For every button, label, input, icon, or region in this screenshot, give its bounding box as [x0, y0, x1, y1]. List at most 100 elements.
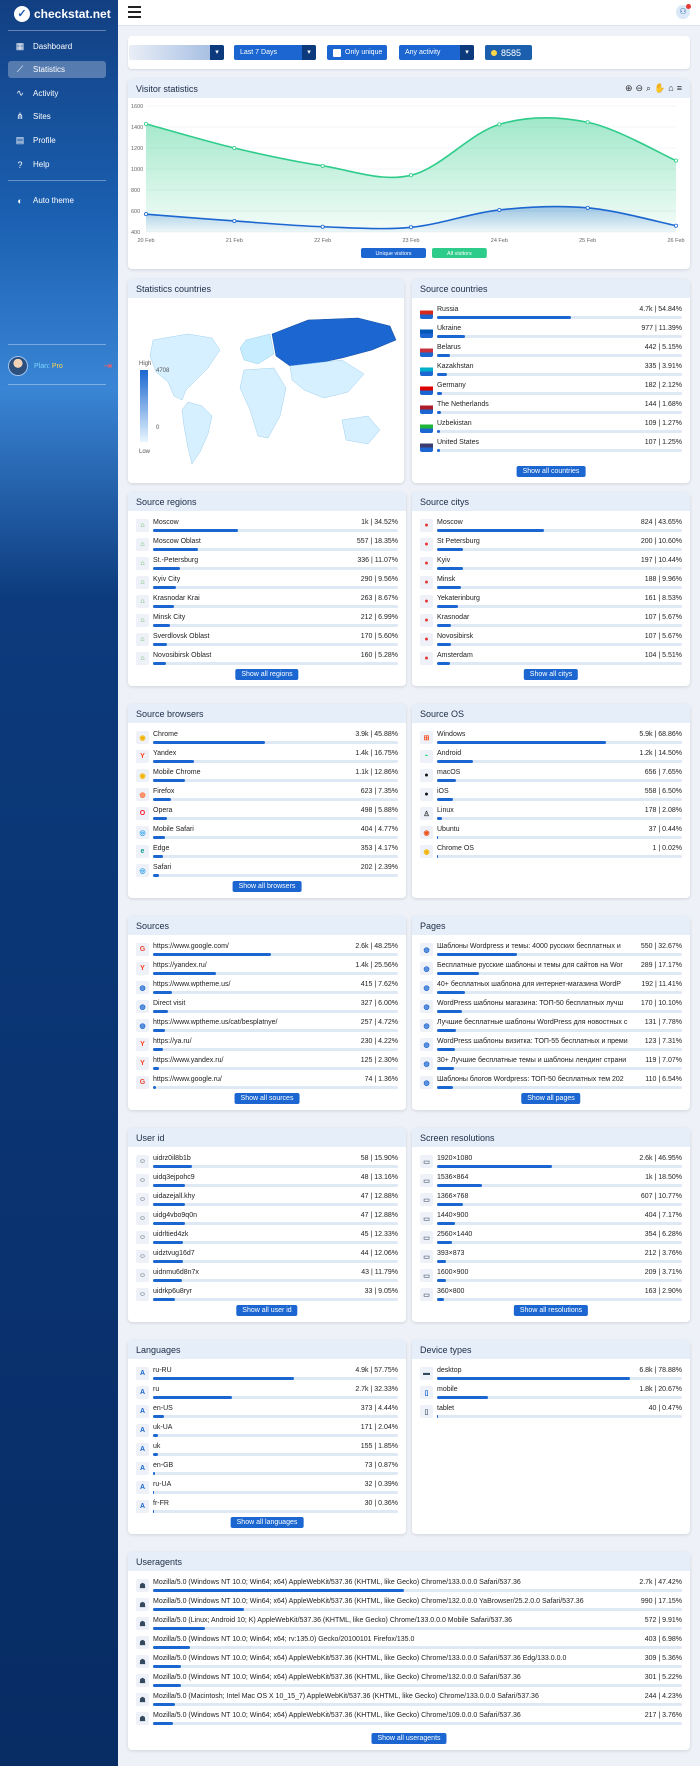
zoom-in-icon[interactable]: ⊕: [625, 83, 633, 94]
list-item[interactable]: ◍ Шаблоны блогов Wordpress: ТОП-50 беспла…: [420, 1075, 682, 1094]
list-item[interactable]: Russia 4.7k | 54.84%: [420, 305, 682, 324]
list-item[interactable]: ● Amsterdam 104 | 5.51%: [420, 651, 682, 670]
show-all-userid-button[interactable]: Show all user id: [236, 1305, 298, 1316]
list-item[interactable]: ◉ Chrome OS 1 | 0.02%: [420, 844, 682, 863]
list-item[interactable]: ◍ Direct visit 327 | 6.00%: [136, 999, 398, 1018]
zoom-out-icon[interactable]: ⊖: [635, 83, 643, 94]
list-item[interactable]: Yhttps://www.yandex.ru/125 | 2.30%: [136, 1056, 398, 1075]
show-all-useragents-button[interactable]: Show all useragents: [371, 1733, 447, 1744]
list-item[interactable]: Ghttps://www.google.ru/74 | 1.36%: [136, 1075, 398, 1094]
site-select[interactable]: ▾: [129, 45, 224, 60]
list-item[interactable]: Afr-FR 30 | 0.36%: [136, 1499, 398, 1518]
list-item[interactable]: ◍ 40+ бесплатных шаблона для интернет-маг…: [420, 980, 682, 999]
list-item[interactable]: ▭ 1920×1080 2.6k | 46.95%: [420, 1154, 682, 1173]
list-item[interactable]: ◎ Mobile Safari 404 | 4.77%: [136, 825, 398, 844]
list-item[interactable]: ◎ Safari 202 | 2.39%: [136, 863, 398, 882]
show-all-pages-button[interactable]: Show all pages: [521, 1093, 581, 1104]
list-item[interactable]: ⌂ Sverdlovsk Oblast 170 | 5.60%: [136, 632, 398, 651]
sidebar-item-profile[interactable]: ▤ Profile: [8, 132, 106, 149]
list-item[interactable]: ◍ Лучшие бесплатные шаблоны WordPress для…: [420, 1018, 682, 1037]
list-item[interactable]: ☗ Mozilla/5.0 (Windows NT 10.0; Win64; x6…: [136, 1597, 682, 1616]
list-item[interactable]: ◍ WordPress шаблоны визитка: ТОП-55 беспл…: [420, 1037, 682, 1056]
list-item[interactable]: The Netherlands 144 | 1.68%: [420, 400, 682, 419]
list-item[interactable]: ● Krasnodar 107 | 5.67%: [420, 613, 682, 632]
only-unique-toggle[interactable]: Only unique: [327, 45, 387, 60]
pan-icon[interactable]: ✋: [654, 83, 665, 94]
list-item[interactable]: ◓ Android 1.2k | 14.50%: [420, 749, 682, 768]
list-item[interactable]: ☗ Mozilla/5.0 (Windows NT 10.0; Win64; x6…: [136, 1578, 682, 1597]
sidebar-item-help[interactable]: ? Help: [8, 156, 106, 173]
home-icon[interactable]: ⌂: [668, 83, 673, 94]
list-item[interactable]: ◍ 30+ Лучшие бесплатные темы и шаблоны ле…: [420, 1056, 682, 1075]
list-item[interactable]: ▯ tablet 40 | 0.47%: [420, 1404, 682, 1423]
list-item[interactable]: ● macOS 656 | 7.65%: [420, 768, 682, 787]
south-america-region[interactable]: [181, 401, 213, 465]
list-item[interactable]: ⌂ Minsk City 212 | 6.99%: [136, 613, 398, 632]
list-item[interactable]: ☺ uidrz0il8b1b 58 | 15.90%: [136, 1154, 398, 1173]
notifications-icon[interactable]: ⚇: [676, 4, 691, 19]
list-item[interactable]: O Opera 498 | 5.88%: [136, 806, 398, 825]
show-all-regions-button[interactable]: Show all regions: [235, 669, 299, 680]
list-item[interactable]: ▭ 1536×864 1k | 18.50%: [420, 1173, 682, 1192]
africa-region[interactable]: [239, 367, 287, 439]
list-item[interactable]: ● Novosibirsk 107 | 5.67%: [420, 632, 682, 651]
sidebar-item-activity[interactable]: ∿ Activity: [8, 85, 106, 102]
list-item[interactable]: ☺ uidazejall.khy 47 | 12.88%: [136, 1192, 398, 1211]
list-item[interactable]: ● Kyiv 197 | 10.44%: [420, 556, 682, 575]
list-item[interactable]: ◍ WordPress шаблоны магазина: ТОП-50 бесп…: [420, 999, 682, 1018]
list-item[interactable]: Germany 182 | 2.12%: [420, 381, 682, 400]
list-item[interactable]: Aen-GB 73 | 0.87%: [136, 1461, 398, 1480]
sidebar-item-sites[interactable]: ⋔ Sites: [8, 108, 106, 125]
list-item[interactable]: ☗ Mozilla/5.0 (Linux; Android 10; K) Appl…: [136, 1616, 682, 1635]
list-item[interactable]: ▭ 360×800 163 | 2.90%: [420, 1287, 682, 1306]
show-all-citys-button[interactable]: Show all citys: [523, 669, 579, 680]
list-item[interactable]: Ukraine 977 | 11.39%: [420, 324, 682, 343]
list-item[interactable]: Auk-UA 171 | 2.04%: [136, 1423, 398, 1442]
avatar[interactable]: [8, 356, 28, 376]
show-all-countries-button[interactable]: Show all countries: [516, 466, 586, 477]
list-item[interactable]: ▭ 1600×900 209 | 3.71%: [420, 1268, 682, 1287]
russia-region[interactable]: [271, 317, 397, 367]
list-item[interactable]: ⌂ Krasnodar Krai 263 | 8.67%: [136, 594, 398, 613]
list-item[interactable]: ◍ Шаблоны Wordpress и темы: 4000 русских …: [420, 942, 682, 961]
list-item[interactable]: ▭ 1366×768 607 | 10.77%: [420, 1192, 682, 1211]
asia-region[interactable]: [289, 359, 365, 399]
logout-icon[interactable]: ⇥: [104, 361, 112, 372]
list-item[interactable]: ● St Petersburg 200 | 10.60%: [420, 537, 682, 556]
europe-region[interactable]: [239, 333, 275, 365]
list-item[interactable]: ▯ mobile 1.8k | 20.67%: [420, 1385, 682, 1404]
show-all-languages-button[interactable]: Show all languages: [230, 1517, 304, 1528]
list-item[interactable]: ● iOS 558 | 6.50%: [420, 787, 682, 806]
list-item[interactable]: ◉ Chrome 3.9k | 45.88%: [136, 730, 398, 749]
list-item[interactable]: ☗ Mozilla/5.0 (Windows NT 10.0; Win64; x6…: [136, 1673, 682, 1692]
list-item[interactable]: United States 107 | 1.25%: [420, 438, 682, 457]
north-america-region[interactable]: [149, 333, 221, 401]
list-item[interactable]: Aru 2.7k | 32.33%: [136, 1385, 398, 1404]
brand-logo[interactable]: ✓ checkstat.net: [14, 4, 111, 24]
list-item[interactable]: Aru-UA 32 | 0.39%: [136, 1480, 398, 1499]
list-item[interactable]: ♙ Linux 178 | 2.08%: [420, 806, 682, 825]
list-item[interactable]: Kazakhstan 335 | 3.91%: [420, 362, 682, 381]
list-item[interactable]: ☗ Mozilla/5.0 (Windows NT 10.0; Win64; x6…: [136, 1711, 682, 1730]
list-item[interactable]: ● Minsk 188 | 9.96%: [420, 575, 682, 594]
list-item[interactable]: ▭ 1440×900 404 | 7.17%: [420, 1211, 682, 1230]
chart-menu-icon[interactable]: ≡: [677, 83, 682, 94]
list-item[interactable]: Auk 155 | 1.85%: [136, 1442, 398, 1461]
list-item[interactable]: ◍ https://www.wptheme.us/415 | 7.62%: [136, 980, 398, 999]
list-item[interactable]: e Edge 353 | 4.17%: [136, 844, 398, 863]
show-all-browsers-button[interactable]: Show all browsers: [232, 881, 302, 892]
list-item[interactable]: Belarus 442 | 5.15%: [420, 343, 682, 362]
list-item[interactable]: Y Yandex 1.4k | 16.75%: [136, 749, 398, 768]
sidebar-item-statistics[interactable]: ⟋ Statistics: [8, 61, 106, 78]
list-item[interactable]: ● Moscow 824 | 43.65%: [420, 518, 682, 537]
list-item[interactable]: ⌂ St.-Petersburg 336 | 11.07%: [136, 556, 398, 575]
list-item[interactable]: ☗ Mozilla/5.0 (Macintosh; Intel Mac OS X …: [136, 1692, 682, 1711]
checkbox[interactable]: [333, 48, 341, 57]
list-item[interactable]: ● Yekaterinburg 161 | 8.53%: [420, 594, 682, 613]
menu-toggle-icon[interactable]: [128, 6, 141, 18]
list-item[interactable]: ⌂ Kyiv City 290 | 9.56%: [136, 575, 398, 594]
list-item[interactable]: ◉ Ubuntu 37 | 0.44%: [420, 825, 682, 844]
list-item[interactable]: Ghttps://www.google.com/2.6k | 48.25%: [136, 942, 398, 961]
australia-region[interactable]: [341, 415, 381, 445]
sidebar-item-dashboard[interactable]: ▦ Dashboard: [8, 38, 106, 55]
